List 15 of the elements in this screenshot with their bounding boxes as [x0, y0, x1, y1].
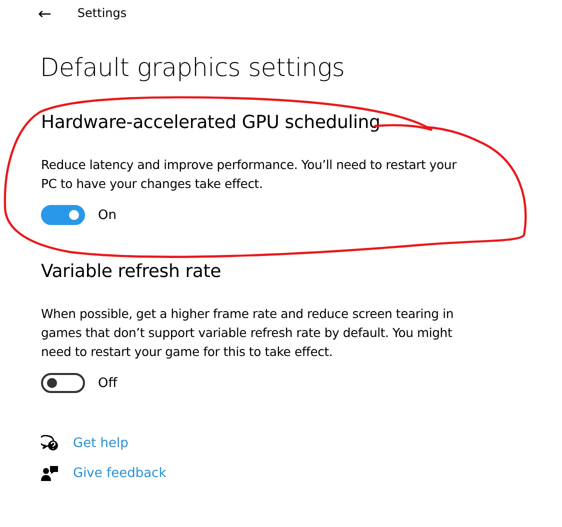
feedback-link[interactable]: Give feedback — [73, 466, 166, 481]
back-button[interactable]: ← — [34, 4, 56, 22]
page-title: Default graphics settings — [40, 53, 346, 82]
toggle-switch[interactable] — [41, 373, 85, 393]
section-heading: Hardware-accelerated GPU scheduling — [41, 112, 382, 133]
section-description: When possible, get a higher frame rate and reduce screen tearing in games that don’t support variable refresh rate by default. You might need to restart your game for this to take effect. — [41, 305, 454, 361]
section-heading: Variable refresh rate — [41, 261, 222, 282]
help-icon — [41, 435, 59, 452]
feedback-icon — [41, 465, 59, 482]
help-link[interactable]: Get help — [73, 436, 128, 451]
toggle-label: Off — [98, 376, 118, 390]
toggle-switch[interactable] — [41, 205, 85, 225]
toggle-label: On — [98, 208, 116, 222]
section-description: Reduce latency and improve performance. You’ll need to restart your PC to have your changes take effect. — [41, 156, 458, 193]
window-title: Settings — [77, 6, 127, 20]
